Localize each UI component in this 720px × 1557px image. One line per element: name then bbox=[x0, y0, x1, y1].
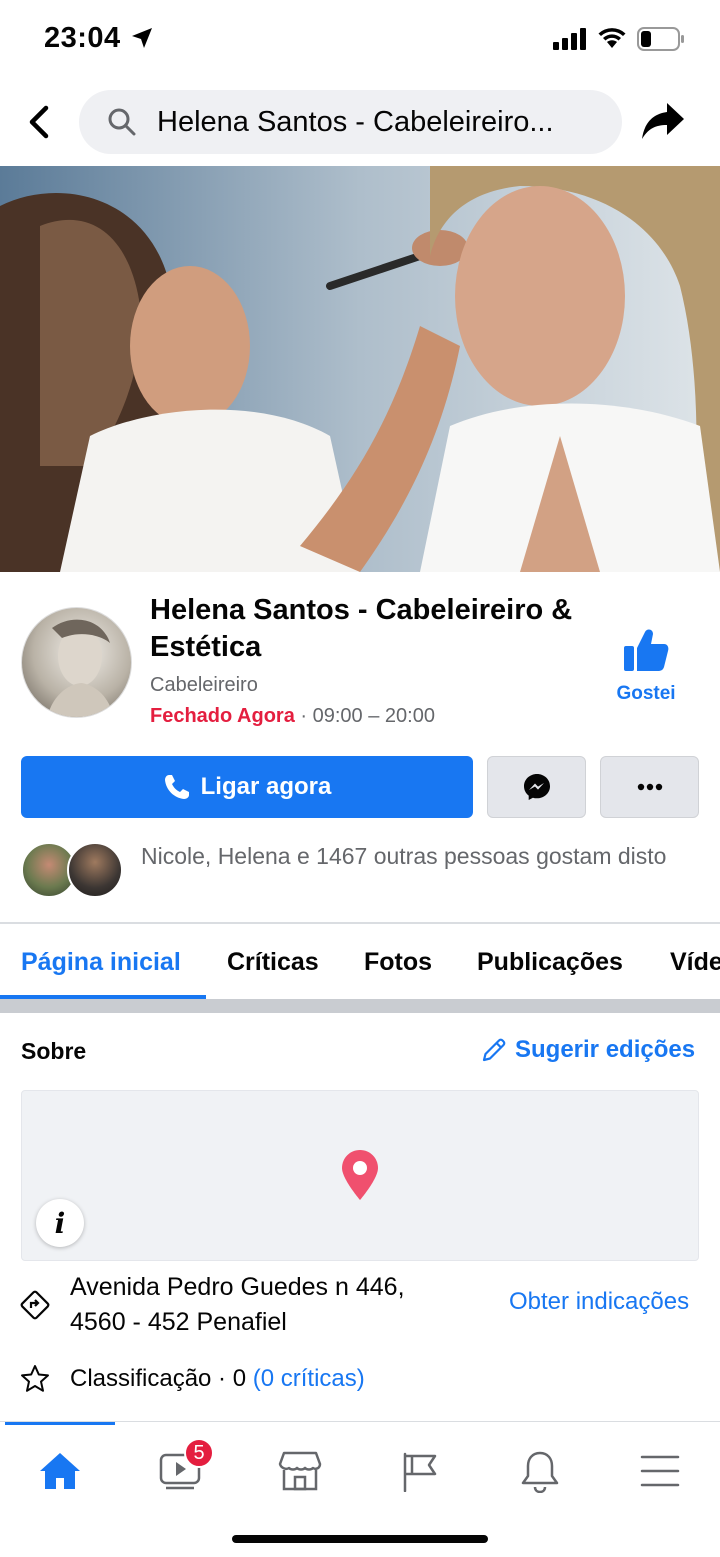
phone-icon bbox=[164, 775, 189, 799]
tab-posts[interactable]: Publicações bbox=[477, 948, 623, 977]
share-icon[interactable] bbox=[640, 100, 686, 142]
suggest-edits-label: Sugerir edições bbox=[515, 1036, 696, 1063]
call-now-button[interactable]: Ligar agora bbox=[21, 756, 473, 818]
nav-watch[interactable]: 5 bbox=[150, 1438, 214, 1496]
tab-videos[interactable]: Víde bbox=[670, 948, 720, 977]
about-heading: Sobre bbox=[21, 1038, 87, 1064]
more-icon bbox=[637, 783, 662, 791]
page-hours: Fechado Agora · 09:00 – 20:00 bbox=[150, 705, 435, 728]
reviews-link[interactable]: (0 críticas) bbox=[253, 1365, 365, 1392]
friends-like-text: Nicole, Helena e 1467 outras pessoas gos… bbox=[141, 843, 667, 869]
more-button[interactable] bbox=[600, 756, 699, 818]
address-text: Avenida Pedro Guedes n 446, 4560 - 452 P… bbox=[70, 1270, 405, 1340]
map-info-button[interactable]: i bbox=[36, 1199, 84, 1247]
directions-icon bbox=[20, 1290, 50, 1320]
call-now-label: Ligar agora bbox=[200, 773, 332, 800]
wifi-icon bbox=[598, 28, 626, 48]
nav-marketplace[interactable] bbox=[270, 1446, 330, 1496]
top-navigation: Helena Santos - Cabeleireiro... bbox=[0, 80, 720, 166]
status-bar: 23:04 bbox=[0, 0, 720, 80]
rating-row: Classificação · 0 (0 críticas) bbox=[70, 1365, 365, 1393]
nav-home[interactable] bbox=[30, 1446, 90, 1496]
location-arrow-icon bbox=[132, 28, 152, 48]
tab-reviews[interactable]: Críticas bbox=[227, 948, 319, 977]
messenger-icon bbox=[523, 774, 550, 800]
get-directions-link[interactable]: Obter indicações bbox=[509, 1288, 689, 1316]
friend-avatar bbox=[67, 842, 123, 898]
location-map[interactable]: i bbox=[21, 1090, 699, 1261]
open-status: Fechado Agora bbox=[150, 705, 295, 727]
back-icon[interactable] bbox=[24, 102, 60, 142]
page-avatar[interactable] bbox=[21, 607, 132, 718]
watch-badge: 5 bbox=[184, 1438, 214, 1468]
avatar-illustration bbox=[47, 619, 114, 717]
tab-home[interactable]: Página inicial bbox=[21, 948, 181, 977]
suggest-edits-link[interactable]: Sugerir edições bbox=[481, 1036, 695, 1064]
search-icon bbox=[108, 108, 136, 136]
page-tabs: Página inicial Críticas Fotos Publicaçõe… bbox=[0, 924, 720, 1000]
cover-photo-illustration bbox=[0, 166, 720, 572]
nav-menu[interactable] bbox=[630, 1446, 690, 1496]
nav-pages[interactable] bbox=[390, 1446, 450, 1496]
menu-icon bbox=[640, 1455, 680, 1487]
pages-flag-icon bbox=[403, 1452, 437, 1492]
rating-label: Classificação · 0 bbox=[70, 1365, 253, 1392]
address-line-1: Avenida Pedro Guedes n 446, bbox=[70, 1273, 405, 1301]
search-text: Helena Santos - Cabeleireiro... bbox=[157, 106, 554, 138]
section-separator bbox=[0, 999, 720, 1013]
map-pin-icon bbox=[342, 1150, 378, 1200]
hours-range: · 09:00 – 20:00 bbox=[294, 705, 435, 727]
page-title: Helena Santos - Cabeleireiro & Estética bbox=[150, 594, 573, 663]
cover-photo[interactable] bbox=[0, 166, 720, 572]
home-icon bbox=[40, 1453, 80, 1489]
pencil-icon bbox=[482, 1038, 506, 1062]
like-label: Gostei bbox=[616, 683, 676, 704]
address-line-2: 4560 - 452 Penafiel bbox=[70, 1308, 287, 1336]
tab-photos[interactable]: Fotos bbox=[364, 948, 432, 977]
like-button[interactable]: Gostei bbox=[608, 628, 684, 705]
notifications-bell-icon bbox=[521, 1451, 559, 1493]
nav-notifications[interactable] bbox=[510, 1446, 570, 1496]
active-nav-indicator bbox=[5, 1422, 115, 1425]
star-icon bbox=[21, 1365, 49, 1392]
thumbs-up-icon bbox=[624, 629, 669, 671]
home-indicator bbox=[232, 1535, 488, 1543]
signal-icon bbox=[553, 28, 586, 50]
marketplace-icon bbox=[278, 1451, 322, 1491]
status-time: 23:04 bbox=[44, 22, 121, 54]
bottom-navigation: 5 bbox=[0, 1421, 720, 1557]
search-bar[interactable]: Helena Santos - Cabeleireiro... bbox=[79, 90, 622, 154]
messenger-button[interactable] bbox=[487, 756, 586, 818]
battery-icon bbox=[637, 27, 684, 51]
page-category: Cabeleireiro bbox=[150, 674, 258, 696]
